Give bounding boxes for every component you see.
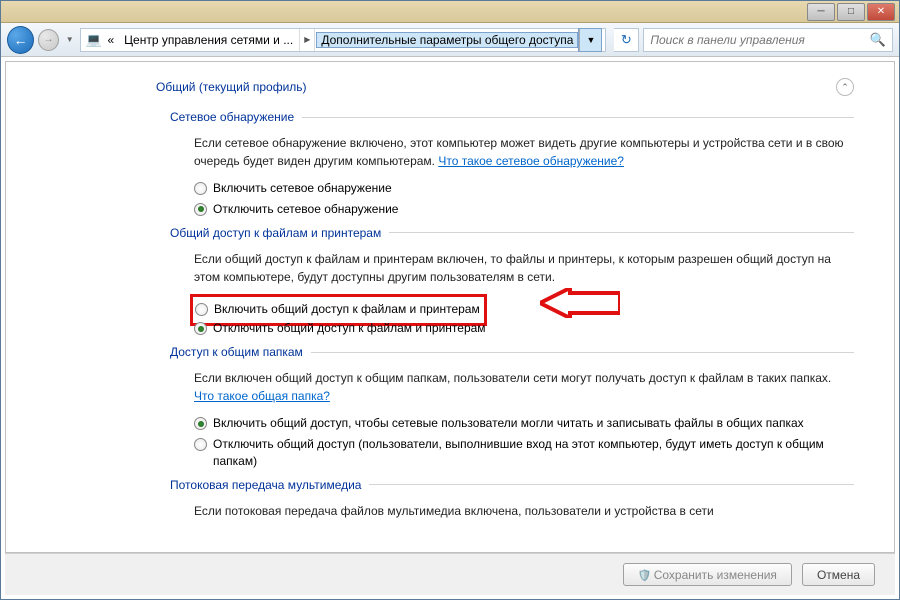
profile-header-label: Общий (текущий профиль) — [156, 80, 307, 94]
cancel-button[interactable]: Отмена — [802, 563, 875, 586]
search-input[interactable] — [650, 33, 869, 47]
help-link-network-discovery[interactable]: Что такое сетевое обнаружение? — [438, 154, 624, 168]
breadcrumb-dropdown[interactable]: ▼ — [579, 29, 601, 51]
close-button[interactable]: ✕ — [867, 3, 895, 21]
section-media-streaming: Потоковая передача мультимедиа Если пото… — [170, 478, 854, 520]
divider — [311, 352, 854, 353]
breadcrumb[interactable]: 💻 « Центр управления сетями и ... ▶ Допо… — [80, 28, 606, 52]
radio-icon — [194, 438, 207, 451]
breadcrumb-seg-1[interactable]: Центр управления сетями и ... — [120, 33, 297, 47]
radio-public-on[interactable]: Включить общий доступ, чтобы сетевые пол… — [194, 415, 854, 432]
window-frame: ─ □ ✕ ← → ▼ 💻 « Центр управления сетями … — [0, 0, 900, 600]
radio-discovery-on[interactable]: Включить сетевое обнаружение — [194, 180, 854, 197]
section-description: Если сетевое обнаружение включено, этот … — [194, 134, 854, 170]
shield-icon: 🛡️ — [638, 569, 650, 581]
search-icon[interactable]: 🔍 — [870, 32, 886, 48]
annotation-arrow — [540, 288, 620, 318]
divider — [389, 232, 854, 233]
save-button[interactable]: 🛡️ Сохранить изменения — [623, 563, 792, 586]
arrow-right-icon: → — [43, 34, 53, 45]
radio-icon — [194, 182, 207, 195]
content-panel: Общий (текущий профиль) ⌃ Сетевое обнару… — [5, 61, 895, 553]
chevron-right-icon[interactable]: ▶ — [299, 29, 315, 51]
maximize-button[interactable]: □ — [837, 3, 865, 21]
section-title: Общий доступ к файлам и принтерам — [170, 226, 381, 240]
radio-icon — [194, 203, 207, 216]
radio-discovery-off[interactable]: Отключить сетевое обнаружение — [194, 201, 854, 218]
search-box[interactable]: 🔍 — [643, 28, 893, 52]
divider — [369, 484, 854, 485]
radio-icon — [194, 417, 207, 430]
section-file-printer-sharing: Общий доступ к файлам и принтерам Если о… — [170, 226, 854, 338]
section-title: Доступ к общим папкам — [170, 345, 303, 359]
section-network-discovery: Сетевое обнаружение Если сетевое обнаруж… — [170, 110, 854, 218]
control-panel-icon: 💻 — [85, 32, 101, 48]
section-description: Если включен общий доступ к общим папкам… — [194, 369, 854, 405]
forward-button: → — [38, 29, 59, 51]
radio-sharing-on[interactable]: Включить общий доступ к файлам и принтер… — [195, 301, 480, 318]
radio-icon — [195, 303, 208, 316]
section-description: Если общий доступ к файлам и принтерам в… — [194, 250, 854, 286]
profile-header[interactable]: Общий (текущий профиль) ⌃ — [156, 72, 854, 102]
section-title: Потоковая передача мультимедиа — [170, 478, 361, 492]
breadcrumb-seg-2[interactable]: Дополнительные параметры общего доступа — [317, 33, 577, 47]
section-title: Сетевое обнаружение — [170, 110, 294, 124]
titlebar[interactable]: ─ □ ✕ — [1, 1, 899, 23]
help-link-public-folder[interactable]: Что такое общая папка? — [194, 389, 330, 403]
minimize-button[interactable]: ─ — [807, 3, 835, 21]
back-button[interactable]: ← — [7, 26, 34, 54]
breadcrumb-prefix: « — [103, 33, 118, 47]
navbar: ← → ▼ 💻 « Центр управления сетями и ... … — [1, 23, 899, 57]
chevron-up-icon: ⌃ — [841, 82, 849, 93]
radio-public-off[interactable]: Отключить общий доступ (пользователи, вы… — [194, 436, 854, 470]
radio-sharing-off[interactable]: Отключить общий доступ к файлам и принте… — [194, 320, 854, 337]
button-bar: 🛡️ Сохранить изменения Отмена — [5, 553, 895, 595]
nav-history-dropdown[interactable]: ▼ — [63, 31, 76, 49]
radio-icon — [194, 322, 207, 335]
content-wrap: Общий (текущий профиль) ⌃ Сетевое обнару… — [1, 57, 899, 599]
section-public-folders: Доступ к общим папкам Если включен общий… — [170, 345, 854, 469]
collapse-button[interactable]: ⌃ — [836, 78, 854, 96]
section-description: Если потоковая передача файлов мультимед… — [194, 502, 854, 520]
arrow-left-icon: ← — [13, 32, 27, 48]
divider — [302, 117, 854, 118]
refresh-icon: ↻ — [621, 32, 632, 48]
refresh-button[interactable]: ↻ — [614, 28, 639, 52]
